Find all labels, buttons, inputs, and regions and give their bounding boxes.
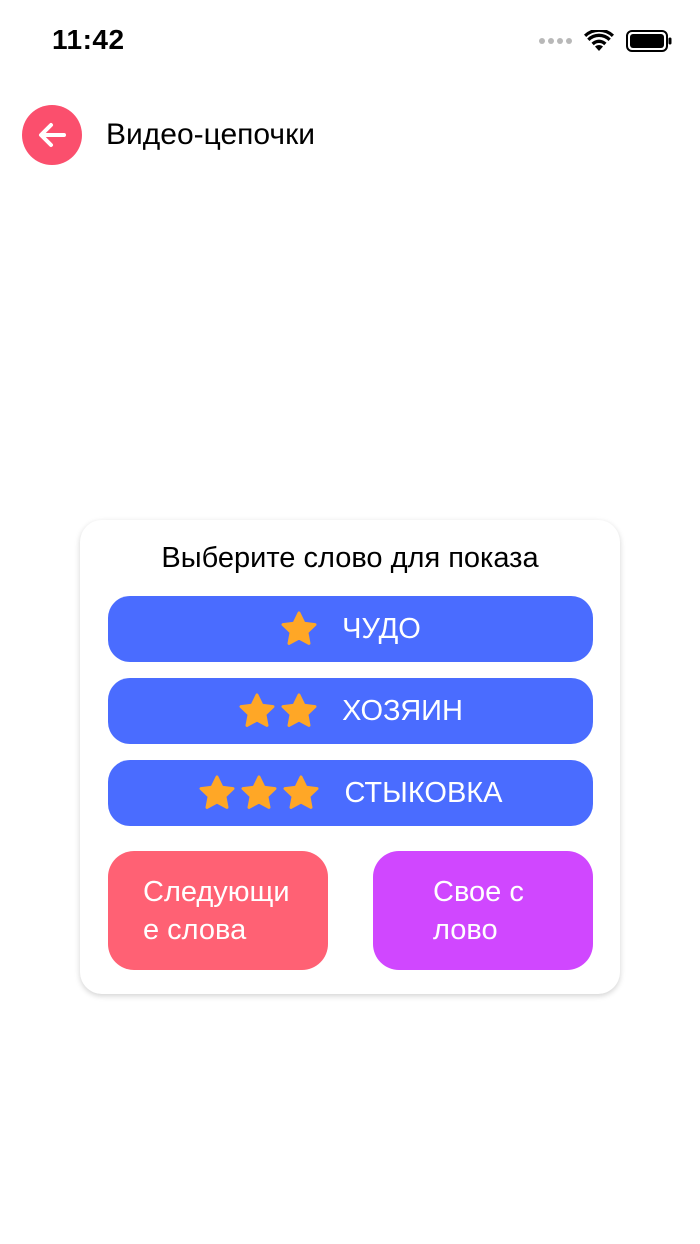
- cellular-signal-icon: [539, 38, 572, 44]
- word-choice-card: Выберите слово для показа ЧУДО ХОЗЯИН СТ…: [80, 520, 620, 994]
- screen: 11:42 Видео-цепочки Выберите слово для п…: [0, 0, 700, 1244]
- back-button[interactable]: [22, 105, 82, 165]
- status-time: 11:42: [52, 24, 125, 55]
- status-bar: 11:42: [0, 0, 700, 88]
- status-icons: [539, 30, 672, 52]
- word-label: ЧУДО: [342, 612, 421, 645]
- next-words-button[interactable]: Следующие слова: [108, 851, 328, 970]
- word-button-3[interactable]: СТЫКОВКА: [108, 760, 593, 826]
- difficulty-stars: [198, 775, 320, 811]
- star-icon: [283, 775, 319, 809]
- star-icon: [281, 611, 317, 645]
- star-icon: [281, 693, 317, 727]
- own-word-button[interactable]: Свое слово: [373, 851, 593, 970]
- star-icon: [241, 775, 277, 809]
- page-title: Видео-цепочки: [106, 118, 315, 151]
- own-word-label: Свое слово: [433, 875, 524, 946]
- card-title: Выберите слово для показа: [161, 542, 539, 574]
- nav-header: Видео-цепочки: [22, 104, 315, 166]
- word-label: ХОЗЯИН: [342, 694, 463, 727]
- star-icon: [199, 775, 235, 809]
- word-label: СТЫКОВКА: [344, 776, 503, 809]
- word-button-2[interactable]: ХОЗЯИН: [108, 678, 593, 744]
- wifi-icon: [584, 30, 614, 51]
- star-icon: [239, 693, 275, 727]
- arrow-left-icon: [39, 123, 66, 147]
- difficulty-stars: [280, 611, 318, 647]
- next-words-label: Следующие слова: [143, 875, 290, 946]
- word-button-1[interactable]: ЧУДО: [108, 596, 593, 662]
- battery-icon: [626, 30, 672, 52]
- difficulty-stars: [238, 693, 318, 729]
